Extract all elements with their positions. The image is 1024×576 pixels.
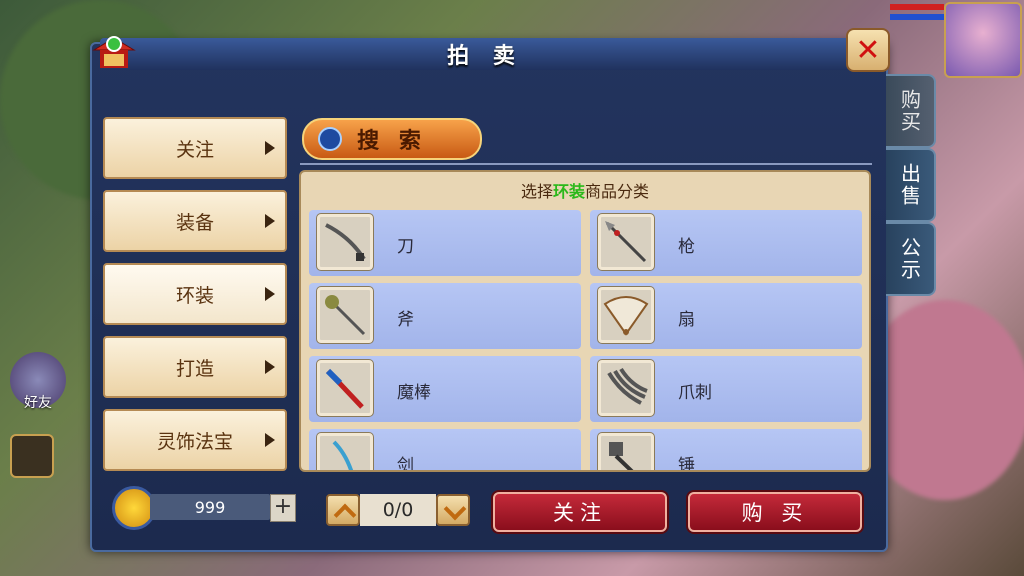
category-follow[interactable]: 关注 [103, 117, 287, 179]
tab-announce[interactable]: 公示 [886, 222, 936, 296]
sword-icon [317, 433, 373, 470]
category-label: 环装 [175, 284, 214, 307]
search-icon [318, 127, 342, 151]
tab-sell[interactable]: 出售 [886, 148, 936, 222]
item-label: 扇 [678, 310, 695, 330]
hammer-icon [598, 433, 654, 470]
saber-icon [317, 214, 373, 270]
category-ring-equipment[interactable]: 环装 [103, 263, 287, 325]
title-bar: 拍 卖 [100, 38, 870, 70]
item-label: 剑 [397, 456, 414, 472]
category-forge[interactable]: 打造 [103, 336, 287, 398]
page-up-button[interactable] [326, 494, 360, 527]
arrow-right-icon [265, 214, 275, 228]
search-button[interactable]: 搜 索 [302, 118, 482, 160]
category-label: 关注 [175, 138, 214, 161]
item-saber[interactable]: 刀 [309, 210, 581, 276]
arrow-right-icon [265, 287, 275, 301]
close-button[interactable]: ✕ [846, 28, 890, 72]
category-equipment[interactable]: 装备 [103, 190, 287, 252]
friend-label: 好友 [24, 395, 52, 411]
category-label: 灵饰法宝 [156, 430, 233, 453]
item-label: 斧 [397, 310, 414, 330]
item-label: 魔棒 [397, 383, 431, 403]
fan-icon [598, 287, 654, 343]
tab-buy[interactable]: 购买 [886, 74, 936, 148]
claw-icon [598, 360, 654, 416]
axe-icon [317, 287, 373, 343]
follow-button[interactable]: 关注 [493, 492, 667, 532]
arrow-right-icon [265, 360, 275, 374]
player-avatar[interactable] [944, 2, 1022, 78]
arrow-right-icon [265, 433, 275, 447]
item-category-list[interactable]: 选择环装商品分类 刀 枪 斧 扇 魔棒 爪刺 剑 锤 [299, 170, 871, 472]
item-label: 枪 [678, 237, 695, 257]
category-ornament-treasure[interactable]: 灵饰法宝 [103, 409, 287, 471]
item-sword[interactable]: 剑 [309, 429, 581, 472]
item-label: 锤 [678, 456, 695, 472]
header-highlight: 环装 [552, 182, 585, 201]
wand-icon [317, 360, 373, 416]
item-claw[interactable]: 爪刺 [590, 356, 862, 422]
hp-bar [890, 4, 944, 10]
add-coins-button[interactable]: + [270, 494, 296, 522]
buy-button[interactable]: 购 买 [688, 492, 862, 532]
category-label: 打造 [175, 357, 214, 380]
item-hammer[interactable]: 锤 [590, 429, 862, 472]
search-label: 搜 索 [357, 129, 427, 154]
divider [300, 163, 872, 165]
arrow-right-icon [265, 141, 275, 155]
mp-bar [890, 14, 944, 20]
window-title: 拍 卖 [447, 44, 523, 69]
content-header: 选择环装商品分类 [301, 178, 869, 202]
category-label: 装备 [175, 211, 214, 234]
page-indicator: 0/0 [360, 494, 436, 526]
chevron-up-icon [333, 503, 357, 527]
page-down-button[interactable] [436, 494, 470, 526]
item-label: 刀 [397, 237, 414, 257]
header-suffix: 商品分类 [585, 182, 650, 201]
coin-count: 999 [150, 494, 270, 520]
chevron-down-icon [443, 497, 467, 521]
item-label: 爪刺 [678, 383, 712, 403]
item-axe[interactable]: 斧 [309, 283, 581, 349]
spear-icon [598, 214, 654, 270]
item-wand[interactable]: 魔棒 [309, 356, 581, 422]
pavilion-icon [92, 36, 136, 68]
item-spear[interactable]: 枪 [590, 210, 862, 276]
item-fan[interactable]: 扇 [590, 283, 862, 349]
header-prefix: 选择 [520, 182, 553, 201]
chat-icon[interactable] [10, 434, 54, 478]
